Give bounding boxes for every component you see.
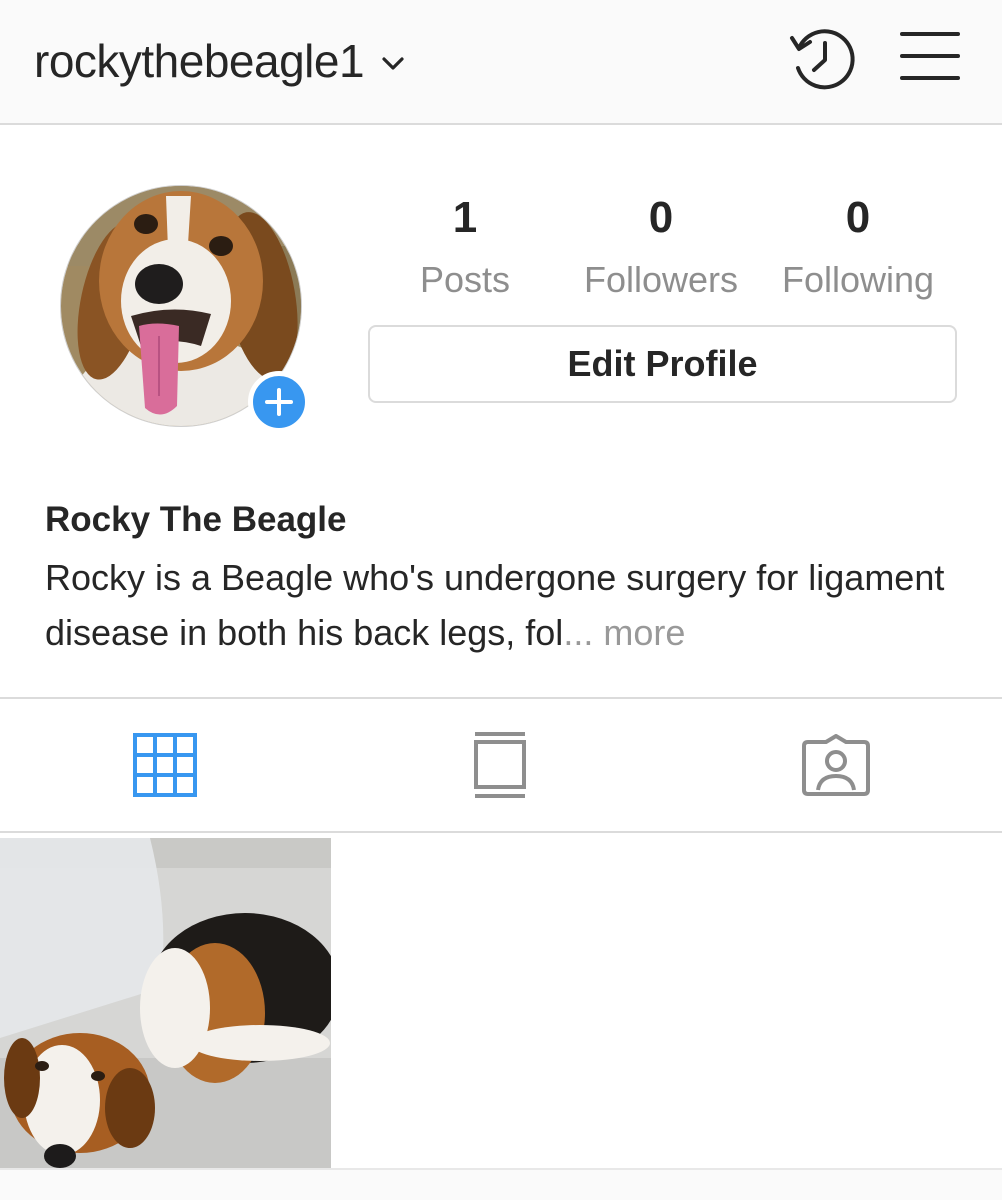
hamburger-menu-icon[interactable] [900,30,960,82]
bottom-strip [0,1170,1002,1200]
posts-stat[interactable]: 1 Posts [375,192,555,300]
bio-body: Rocky is a Beagle who's undergone surger… [45,557,945,653]
following-stat[interactable]: 0 Following [768,192,948,300]
feed-icon [474,732,526,798]
following-count: 0 [845,193,871,242]
tab-grid[interactable] [100,699,230,831]
grid-icon [133,733,197,797]
account-switcher[interactable]: rockythebeagle1 [34,34,404,88]
username-label: rockythebeagle1 [34,35,365,87]
history-clock-icon[interactable] [788,26,858,92]
tab-feed[interactable] [435,699,565,831]
posts-label: Posts [419,259,511,300]
edit-profile-button[interactable]: Edit Profile [368,325,957,403]
following-label: Following [781,259,935,300]
plus-icon [265,388,293,416]
full-name: Rocky The Beagle [45,500,347,539]
bio-text: Rocky is a Beagle who's undergone surger… [45,550,945,660]
chevron-down-icon [382,57,404,70]
followers-count: 0 [648,193,674,242]
add-story-button[interactable] [248,371,310,433]
followers-stat[interactable]: 0 Followers [571,192,751,300]
beagle-in-cone-photo [0,838,331,1168]
post-thumbnail[interactable] [0,838,331,1168]
posts-count: 1 [452,193,478,242]
bio-ellipsis: ... [563,612,594,653]
followers-label: Followers [583,259,739,300]
tagged-person-icon [802,734,870,796]
tab-tagged[interactable] [771,699,901,831]
profile-avatar[interactable] [60,185,310,433]
top-bar: rockythebeagle1 [0,0,1002,125]
profile-tabs [0,697,1002,833]
more-link[interactable]: more [603,612,685,653]
